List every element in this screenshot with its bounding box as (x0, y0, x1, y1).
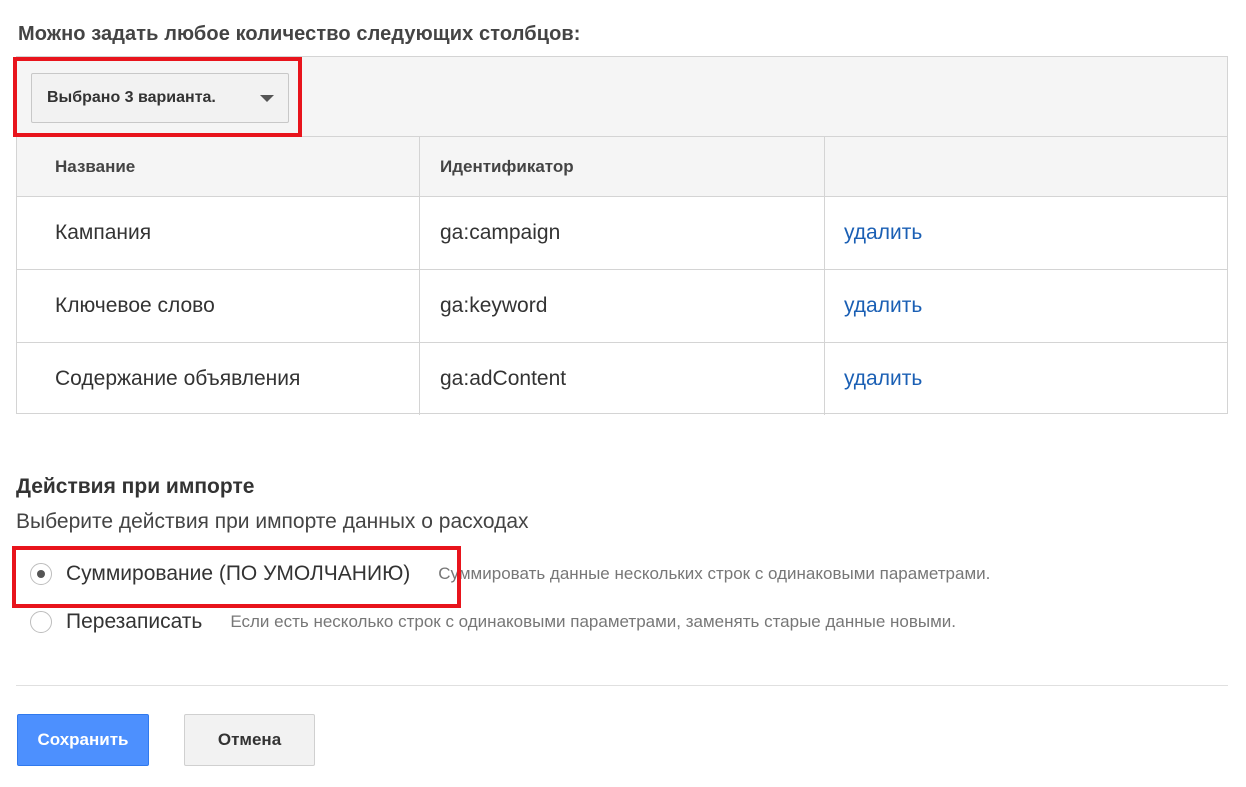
columns-select-label: Выбрано 3 варианта. (47, 89, 216, 106)
header-actions (825, 137, 1227, 196)
columns-heading: Можно задать любое количество следующих … (18, 23, 581, 45)
radio-option-sum[interactable]: Суммирование (ПО УМОЛЧАНИЮ) Суммировать … (30, 562, 990, 586)
table-row: Содержание объявления ga:adContent удали… (17, 343, 1227, 415)
radio-description-sum: Суммировать данные нескольких строк с од… (438, 564, 991, 583)
table-row: Кампания ga:campaign удалить (17, 197, 1227, 270)
row-action-cell: удалить (825, 197, 1227, 269)
caret-down-icon (260, 95, 274, 102)
radio-button-overwrite[interactable] (30, 611, 52, 633)
row-action-cell: удалить (825, 270, 1227, 342)
columns-table: Выбрано 3 варианта. Название Идентификат… (16, 56, 1228, 415)
delete-link[interactable]: удалить (844, 221, 922, 245)
import-actions-title: Действия при импорте (16, 475, 255, 498)
radio-label-sum[interactable]: Суммирование (ПО УМОЛЧАНИЮ) (66, 562, 410, 586)
table-header-row: Название Идентификатор (17, 137, 1227, 197)
row-name: Кампания (17, 197, 420, 269)
import-actions-subtitle: Выберите действия при импорте данных о р… (16, 510, 529, 533)
radio-button-sum[interactable] (30, 563, 52, 585)
header-name: Название (17, 137, 420, 196)
table-row: Ключевое слово ga:keyword удалить (17, 270, 1227, 343)
row-action-cell: удалить (825, 343, 1227, 415)
row-name: Содержание объявления (17, 343, 420, 415)
row-id: ga:adContent (420, 343, 825, 415)
row-name: Ключевое слово (17, 270, 420, 342)
delete-link[interactable]: удалить (844, 294, 922, 318)
table-toolbar: Выбрано 3 варианта. (17, 57, 1227, 137)
divider (16, 685, 1228, 686)
row-id: ga:keyword (420, 270, 825, 342)
cancel-button[interactable]: Отмена (184, 714, 315, 766)
header-id: Идентификатор (420, 137, 825, 196)
columns-grid: Название Идентификатор Кампания ga:campa… (17, 137, 1227, 415)
import-settings-page: Можно задать любое количество следующих … (0, 0, 1246, 787)
save-button[interactable]: Сохранить (17, 714, 149, 766)
columns-select-button[interactable]: Выбрано 3 варианта. (31, 73, 289, 123)
radio-description-overwrite: Если есть несколько строк с одинаковыми … (230, 612, 957, 631)
row-id: ga:campaign (420, 197, 825, 269)
radio-label-overwrite[interactable]: Перезаписать (66, 610, 202, 634)
delete-link[interactable]: удалить (844, 367, 922, 391)
radio-option-overwrite[interactable]: Перезаписать Если есть несколько строк с… (30, 610, 956, 634)
